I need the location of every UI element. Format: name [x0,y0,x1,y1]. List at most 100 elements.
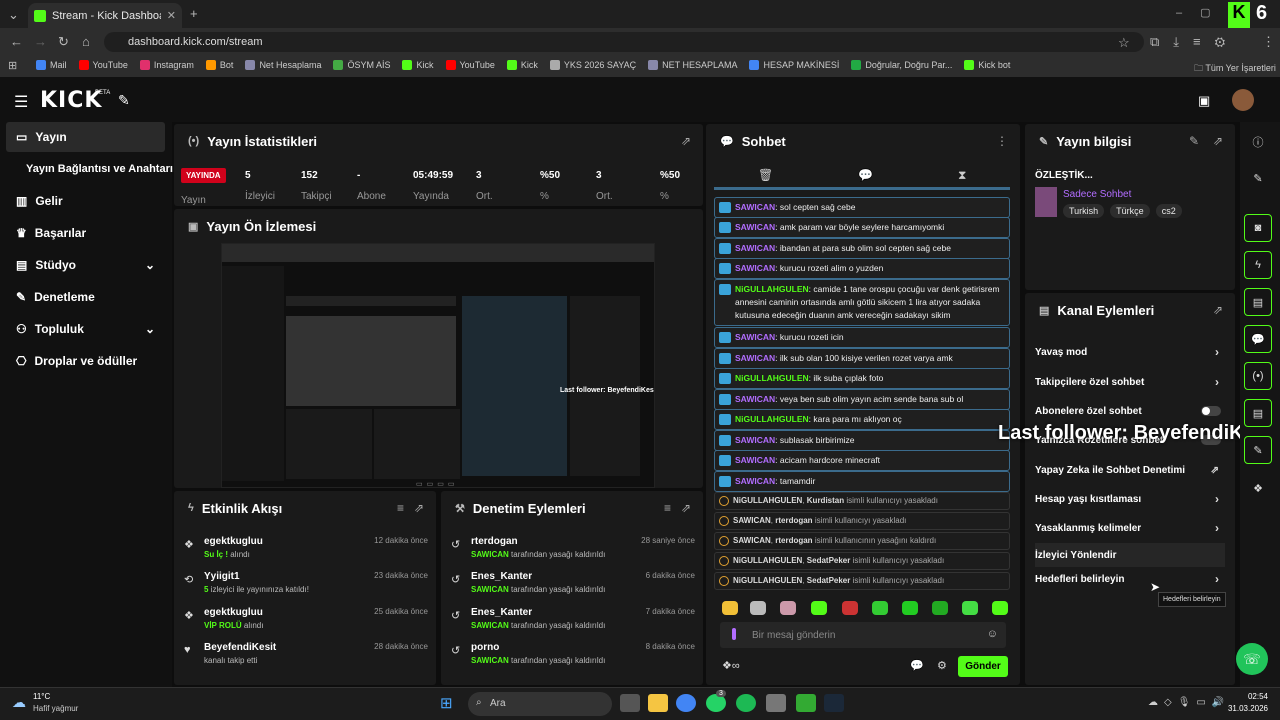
chat-icon[interactable]: 💬 [1244,325,1272,353]
sidebar-item-basarilar[interactable]: ♛ Başarılar [6,218,165,248]
emote-icon[interactable] [872,601,888,615]
home-icon[interactable]: ⌂ [82,34,90,49]
browser-tab[interactable]: Stream - Kick Dashboard ✕ [28,3,182,28]
bookmark-item[interactable]: Kick [402,60,434,70]
emote-icon[interactable] [780,601,796,615]
camera-icon[interactable]: ◙ [1244,214,1272,242]
emote-icon[interactable] [811,601,827,615]
bolt-icon[interactable]: ϟ [1244,251,1272,279]
bookmark-item[interactable]: YouTube [78,60,128,70]
chat-user[interactable]: NiGULLAHGULEN [735,373,809,383]
pin-icon[interactable]: ✎ [118,92,130,109]
avatar[interactable] [1232,89,1254,111]
trash-icon[interactable]: 🗑 [758,168,773,182]
chat-input[interactable]: Bir mesaj gönderin ☺ [720,622,1006,648]
chat-user[interactable]: SAWICAN [735,455,775,465]
bookmark-item[interactable]: YouTube [445,60,495,70]
tag[interactable]: Turkish [1063,204,1105,218]
hourglass-icon[interactable]: ⧗ [958,168,966,183]
url-field[interactable]: dashboard.kick.com/stream [104,32,1144,52]
filter-icon[interactable]: ≡ [397,501,404,515]
hamburger-icon[interactable]: ☰ [14,92,28,112]
apps-icon[interactable]: ⊞ [8,59,17,72]
emote-icon[interactable] [750,601,766,615]
emote-icon[interactable] [932,601,948,615]
send-button[interactable]: Gönder [958,656,1008,677]
preview-video[interactable]: Last follower: BeyefendiKes [221,243,655,488]
emote-icon[interactable] [722,601,738,615]
preview-controls[interactable]: ▭▭▭▭ [416,480,486,488]
steam-icon[interactable] [824,694,844,712]
bookmark-star-icon[interactable]: ☆ [1118,35,1130,51]
back-icon[interactable]: ← [10,34,23,49]
app-icon[interactable] [796,694,816,712]
bookmark-item[interactable]: HESAP MAKİNESİ [749,60,839,70]
sidebar-item-stream-key[interactable]: Yayın Bağlantısı ve Anahtarı [6,154,173,184]
chat-user[interactable]: SAWICAN [735,222,775,232]
banned-words-row[interactable]: Yasaklanmış kelimeler › [1035,516,1225,540]
chrome-icon[interactable] [676,694,696,712]
spotify-icon[interactable] [736,694,756,712]
chat-user[interactable]: SAWICAN [735,202,775,212]
toolbar-icons[interactable]: ⧉⤓≡⚙ [1150,34,1239,50]
points-icon[interactable]: ❖∞ [722,659,740,672]
raid-row[interactable]: İzleyici Yönlendir [1035,543,1225,567]
chat-user[interactable]: SAWICAN [735,394,775,404]
filter-icon[interactable]: ≡ [664,501,671,515]
help-icon[interactable]: ☏ [1236,643,1268,675]
task-view-icon[interactable] [620,694,640,712]
bookmark-item[interactable]: Kick [506,60,538,70]
reload-icon[interactable]: ↻ [58,34,69,50]
bookmark-item[interactable]: Kick bot [964,60,1010,70]
popout-icon[interactable]: ⇗ [414,501,424,515]
clipboard-icon[interactable]: ▤ [1244,288,1272,316]
popout-icon[interactable]: ⇗ [681,134,691,148]
kick-logo[interactable]: KICK [40,88,102,113]
category-link[interactable]: Sadece Sohbet [1063,189,1131,200]
bookmark-item[interactable]: NET HESAPLAMA [648,60,737,70]
bookmark-item[interactable]: Bot [205,60,233,70]
popout-icon[interactable]: ⇗ [1213,134,1223,148]
new-tab-icon[interactable]: + [190,6,198,21]
account-age-row[interactable]: Hesap yaşı kısıtlaması › [1035,487,1225,511]
sidebar-item-denetleme[interactable]: ✎ Denetleme [6,282,165,312]
chat-user[interactable]: SAWICAN [735,353,775,363]
chat-user[interactable]: NiGULLAHGULEN [735,414,809,424]
edit-icon[interactable]: ✎ [1244,164,1272,192]
sidebar-item-topluluk[interactable]: ⚇ Topluluk ⌄ [6,314,165,344]
chat-bubble-icon[interactable]: 💬 [858,168,873,182]
chat-user[interactable]: NiGULLAHGULEN [735,284,809,294]
sidebar-item-gelir[interactable]: ▥ Gelir [6,186,165,216]
chat-user[interactable]: SAWICAN [735,243,775,253]
menu-icon[interactable]: ⋮ [1262,34,1275,50]
sidebar-item-yayin[interactable]: ▭ Yayın [6,122,165,152]
slow-mode-row[interactable]: Yavaş mod › [1035,340,1225,364]
chat-user[interactable]: SAWICAN [735,435,775,445]
actions-icon[interactable]: ▤ [1244,399,1272,427]
all-bookmarks[interactable]: 🗀 Tüm Yer İşaretleri [1194,61,1276,77]
temperature[interactable]: 11°C [33,692,50,701]
popout-icon[interactable]: ⇗ [1213,303,1223,317]
clock-date[interactable]: 31.03.2026 [1218,704,1268,713]
forward-icon[interactable]: → [34,34,47,49]
emote-icon[interactable] [962,601,978,615]
sidebar-item-droplar[interactable]: ⎔ Droplar ve ödüller [6,346,165,376]
edit-icon[interactable]: ✎ [1189,134,1199,148]
followers-only-row[interactable]: Takipçilere özel sohbet › [1035,370,1225,394]
chat-user[interactable]: SAWICAN [735,476,775,486]
emote-icon[interactable] [992,601,1008,615]
emote-icon[interactable] [842,601,858,615]
clock-time[interactable]: 02:54 [1228,692,1268,701]
emoji-icon[interactable]: ☺ [987,628,998,640]
more-icon[interactable]: ⋮ [996,134,1008,148]
subscribers-only-row[interactable]: Abonelere özel sohbet [1035,399,1225,423]
broadcast-icon[interactable]: (•) [1244,362,1272,390]
bookmark-item[interactable]: Net Hesaplama [245,60,321,70]
emote-icon[interactable] [902,601,918,615]
tag[interactable]: Türkçe [1110,204,1150,218]
chat-users-icon[interactable]: 💬 [910,659,924,672]
app-icon[interactable] [766,694,786,712]
bookmark-item[interactable]: Instagram [139,60,194,70]
goals-row[interactable]: Hedefleri belirleyin › [1035,567,1225,591]
popout-icon[interactable]: ⇗ [681,501,691,515]
